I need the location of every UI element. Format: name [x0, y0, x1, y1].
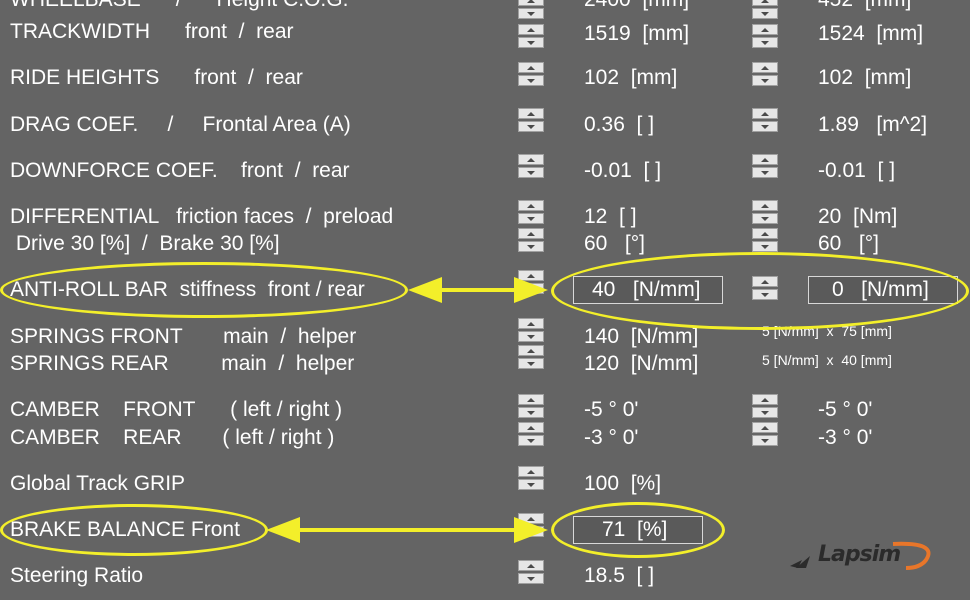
lapsim-logo: Lapsim	[788, 538, 938, 578]
annotation-arrows	[266, 277, 548, 543]
double-arrow-brake-balance	[266, 517, 548, 543]
lapsim-logo-text: Lapsim	[818, 542, 901, 567]
double-arrow-anti-roll	[408, 277, 548, 303]
